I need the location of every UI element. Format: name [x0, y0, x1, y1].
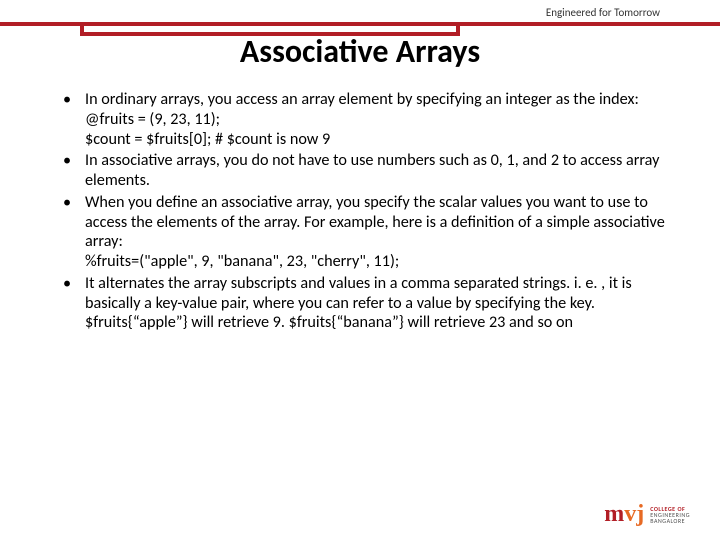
bullet-sub: $count = $fruits[0]; # $count is now 9 — [85, 130, 675, 150]
tagline: Engineered for Tomorrow — [546, 6, 660, 19]
content-area: In ordinary arrays, you access an array … — [55, 90, 675, 335]
bullet-list: In ordinary arrays, you access an array … — [55, 90, 675, 333]
bullet-sub: %fruits=("apple", 9, "banana", 23, "cher… — [85, 252, 675, 272]
logo-mark: mvj — [604, 501, 644, 528]
bullet-text: It alternates the array subscripts and v… — [85, 274, 632, 313]
list-item: In ordinary arrays, you access an array … — [55, 90, 675, 149]
logo-letter-m: m — [604, 501, 624, 528]
bullet-sub: $fruits{“apple”} will retrieve 9. $fruit… — [85, 313, 675, 333]
list-item: In associative arrays, you do not have t… — [55, 151, 675, 191]
logo: mvj COLLEGE OF ENGINEERING BANGALORE — [604, 501, 690, 528]
logo-text: COLLEGE OF ENGINEERING BANGALORE — [650, 506, 690, 524]
slide: Engineered for Tomorrow Associative Arra… — [0, 0, 720, 540]
logo-line3: BANGALORE — [650, 518, 690, 524]
bullet-text: In associative arrays, you do not have t… — [85, 151, 659, 190]
bullet-text: When you define an associative array, yo… — [85, 193, 665, 252]
bullet-sub: @fruits = (9, 23, 11); — [85, 110, 675, 130]
bullet-text: In ordinary arrays, you access an array … — [85, 90, 639, 109]
logo-letter-vj: vj — [624, 501, 644, 528]
list-item: It alternates the array subscripts and v… — [55, 274, 675, 333]
page-title: Associative Arrays — [0, 32, 720, 71]
list-item: When you define an associative array, yo… — [55, 193, 675, 272]
